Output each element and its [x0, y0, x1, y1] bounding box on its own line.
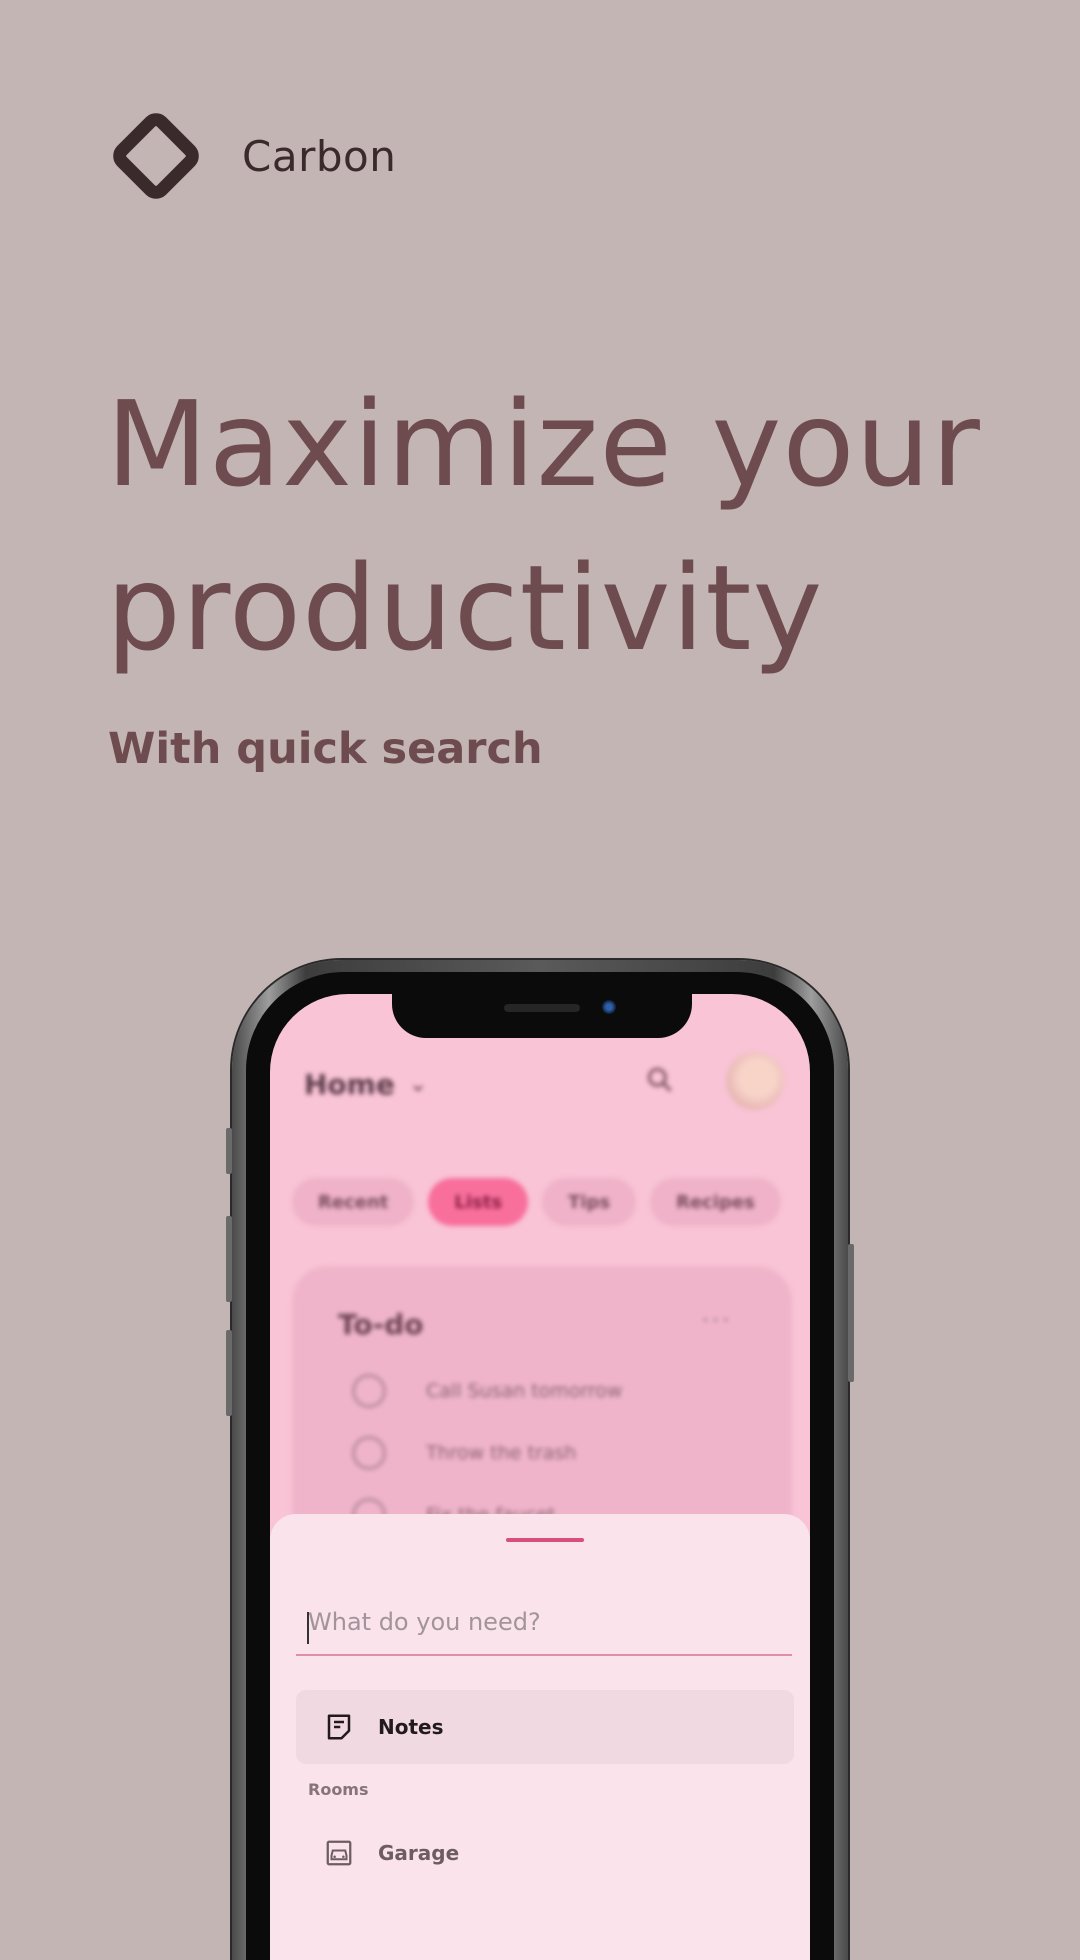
text-caret [307, 1612, 309, 1644]
result-garage[interactable]: Garage [296, 1816, 794, 1890]
tab-bar: Recent Lists Tips Recipes [292, 1178, 781, 1226]
phone-mockup: Home ⌄ Recent Lists Tips Recipes To-do ·… [226, 960, 854, 1960]
todo-item-label: Call Susan tomorrow [426, 1380, 623, 1402]
hero-headline: Maximize your productivity [106, 362, 1006, 690]
tab-lists[interactable]: Lists [428, 1178, 529, 1226]
hero-line-2: productivity [106, 539, 824, 677]
todo-title: To-do [338, 1308, 424, 1341]
search-input[interactable] [296, 1590, 792, 1656]
section-heading: Rooms [308, 1780, 369, 1799]
diamond-logo-icon [108, 108, 204, 204]
brand-name: Carbon [242, 131, 397, 181]
note-icon [324, 1712, 354, 1742]
phone-volume-up [226, 1216, 232, 1302]
phone-power-button [848, 1244, 854, 1382]
camera-icon [602, 1000, 616, 1014]
checkbox-circle-icon[interactable] [352, 1374, 386, 1408]
checkbox-circle-icon[interactable] [352, 1436, 386, 1470]
drag-handle[interactable] [506, 1538, 584, 1542]
result-notes[interactable]: Notes [296, 1690, 794, 1764]
avatar[interactable] [726, 1052, 784, 1110]
todo-item-label: Throw the trash [426, 1442, 577, 1464]
tab-tips[interactable]: Tips [542, 1178, 637, 1226]
hero-line-1: Maximize your [106, 375, 981, 513]
quick-search-sheet: Notes Rooms Garage [270, 1514, 810, 1960]
phone-side-button [226, 1128, 232, 1174]
speaker-grille [504, 1004, 580, 1012]
tab-recipes[interactable]: Recipes [650, 1178, 781, 1226]
phone-notch [392, 994, 692, 1038]
list-item[interactable]: Throw the trash [352, 1436, 576, 1470]
tab-recent[interactable]: Recent [292, 1178, 415, 1226]
chevron-down-icon[interactable]: ⌄ [409, 1072, 427, 1097]
list-item[interactable]: Call Susan tomorrow [352, 1374, 622, 1408]
more-icon[interactable]: ··· [701, 1306, 732, 1336]
garage-icon [324, 1838, 354, 1868]
hero-subtitle: With quick search [108, 724, 543, 774]
app-title[interactable]: Home [304, 1068, 395, 1101]
phone-screen: Home ⌄ Recent Lists Tips Recipes To-do ·… [270, 994, 810, 1960]
result-label: Notes [378, 1715, 444, 1739]
brand: Carbon [108, 108, 396, 204]
phone-volume-down [226, 1330, 232, 1416]
app-header: Home ⌄ [304, 1052, 790, 1114]
phone-bezel: Home ⌄ Recent Lists Tips Recipes To-do ·… [246, 972, 834, 1960]
result-label: Garage [378, 1841, 460, 1865]
search-icon[interactable] [644, 1064, 676, 1104]
